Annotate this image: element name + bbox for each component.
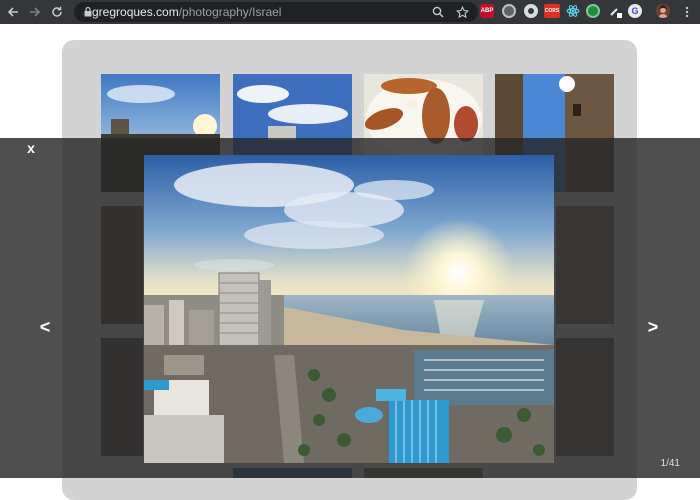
grammarly-ext-icon[interactable]: G <box>628 4 642 18</box>
lightbox-prev-button[interactable]: < <box>37 316 53 338</box>
reload-icon <box>52 6 62 17</box>
arrow-right-icon <box>30 7 41 17</box>
sync-ext-icon[interactable] <box>524 4 538 18</box>
reload-button[interactable] <box>48 3 66 21</box>
cors-ext-icon[interactable]: CORS <box>544 4 560 18</box>
image-counter: 1/41 <box>660 458 680 469</box>
zoom-icon[interactable] <box>430 4 446 20</box>
green-ext-icon[interactable] <box>586 4 600 18</box>
lightbox-image <box>144 155 554 463</box>
circle-ext-icon[interactable] <box>502 4 516 18</box>
adblock-icon[interactable]: ABP <box>480 4 494 18</box>
react-ext-icon[interactable] <box>566 4 580 18</box>
back-button[interactable] <box>4 3 22 21</box>
browser-toolbar: gregroques.com/photography/Israel ABP CO… <box>0 0 700 24</box>
arrow-left-icon <box>7 7 18 17</box>
dropper-ext-icon[interactable] <box>608 4 622 18</box>
url-host: gregroques.com <box>92 5 179 19</box>
url-path: /photography/Israel <box>178 5 282 19</box>
forward-button[interactable] <box>26 3 44 21</box>
bookmark-star-icon[interactable] <box>454 4 470 20</box>
url-text: gregroques.com/photography/Israel <box>92 5 281 19</box>
profile-avatar[interactable] <box>656 4 670 18</box>
more-vertical-icon <box>685 6 689 18</box>
lightbox-close-button[interactable]: x <box>22 138 40 158</box>
chrome-menu-button[interactable] <box>678 3 696 21</box>
lightbox-next-button[interactable]: > <box>645 316 661 338</box>
address-bar[interactable]: gregroques.com/photography/Israel <box>74 2 478 22</box>
